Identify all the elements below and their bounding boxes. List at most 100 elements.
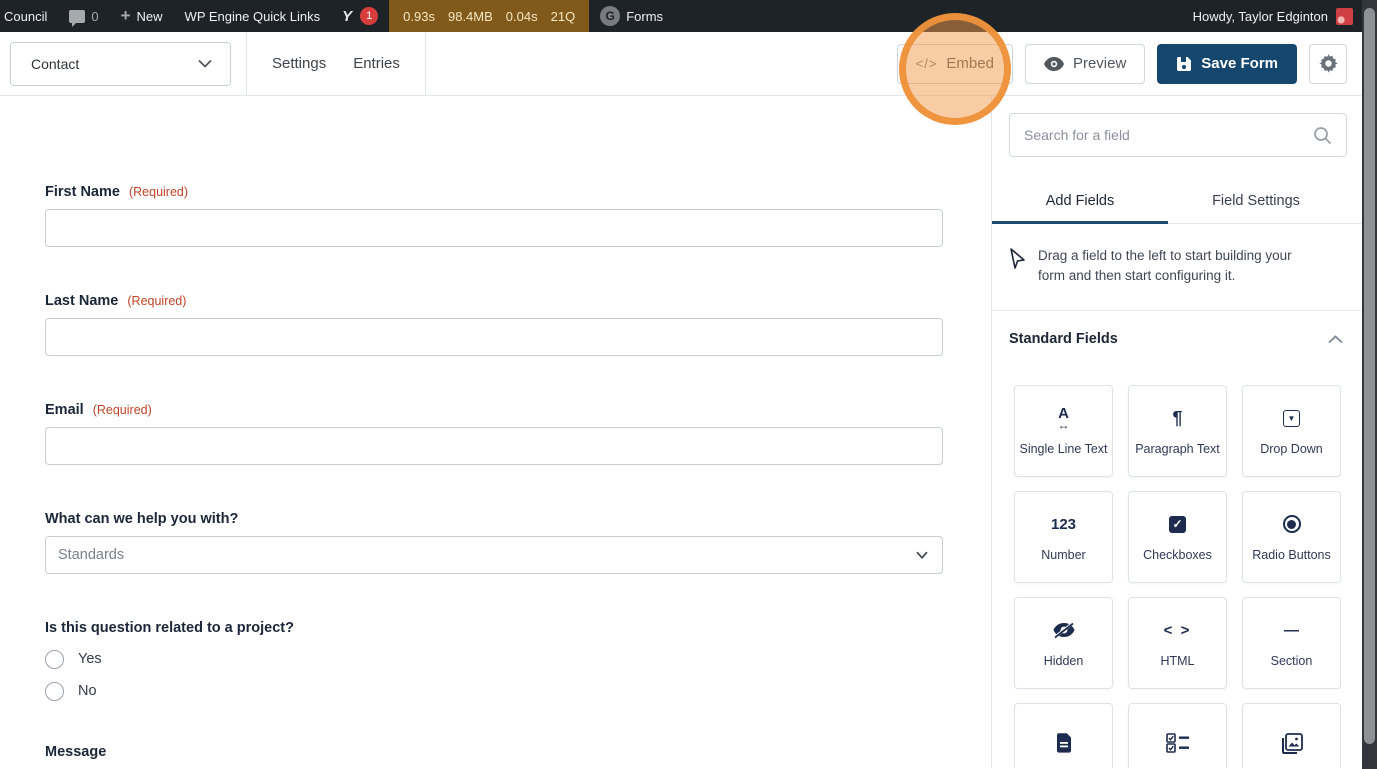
code-icon: < > [1163,621,1192,639]
help-topic-select[interactable]: Standards [45,536,943,574]
admin-bar-new[interactable]: + New [110,0,174,32]
save-form-label: Save Form [1201,55,1278,72]
eye-slash-icon [1052,618,1076,642]
chevron-up-icon[interactable] [1328,334,1343,344]
toolbar-actions: </> Embed Preview Save Form [896,43,1362,84]
form-canvas: First Name (Required) Last Name (Require… [0,96,991,768]
field-help-topic[interactable]: What can we help you with? Standards [45,511,991,574]
howdy-label: Howdy, Taylor Edginton [1192,8,1328,24]
field-label: Last Name (Required) [45,293,991,309]
qm-page-time: 0.93s [403,8,435,24]
search-input[interactable] [1024,127,1305,143]
preview-label: Preview [1072,55,1127,72]
embed-label: Embed [946,55,994,72]
admin-bar-forms[interactable]: G Forms [589,0,674,32]
page-document-icon [1056,731,1072,755]
gear-icon [1318,54,1338,73]
chevron-down-icon [916,551,928,559]
browser-scrollbar[interactable] [1362,0,1377,769]
drag-hint: Drag a field to the left to start buildi… [992,224,1362,311]
admin-bar-site-name[interactable]: Council [0,0,58,32]
eye-icon [1043,56,1064,71]
checkbox-icon: ✓ [1169,512,1186,536]
editor-content: First Name (Required) Last Name (Require… [0,96,1362,768]
field-message[interactable]: Message [45,744,991,760]
required-indicator: (Required) [127,294,187,308]
select-value: Standards [58,547,125,563]
dropdown-icon: ▼ [1283,406,1300,430]
field-label-text: Is this question related to a project? [45,620,294,636]
section-title: Standard Fields [1009,331,1118,347]
field-button-html[interactable]: < > HTML [1128,597,1227,689]
yoast-icon: Y [342,7,353,25]
admin-bar-account[interactable]: Howdy, Taylor Edginton [1192,7,1377,25]
pilcrow-icon: ¶ [1172,408,1183,428]
field-button-checkboxes[interactable]: ✓ Checkboxes [1128,491,1227,583]
drag-hint-text: Drag a field to the left to start buildi… [1038,248,1292,283]
form-settings-gear-button[interactable] [1309,43,1347,84]
qm-query-count: 21Q [550,8,576,24]
form-switcher-value: Contact [31,55,80,72]
field-button-number[interactable]: 123 Number [1014,491,1113,583]
checklist-icon [1165,731,1190,755]
gravity-forms-icon: G [600,6,621,26]
field-sidebar: Add Fields Field Settings Drag a field t… [991,96,1362,768]
forms-label: Forms [626,8,664,24]
comments-count: 0 [91,8,99,24]
single-line-text-icon: A ↔ [1057,404,1070,432]
field-button-hidden[interactable]: Hidden [1014,597,1113,689]
search-icon [1314,126,1332,144]
field-label-text: Email [45,402,84,418]
required-indicator: (Required) [128,185,189,199]
field-search [992,96,1362,157]
field-button-single-line-text[interactable]: A ↔ Single Line Text [1014,385,1113,477]
avatar [1336,7,1353,25]
admin-bar-yoast[interactable]: Y 1 [331,0,389,32]
embed-button[interactable]: </> Embed [896,43,1013,84]
field-label-text: First Name [45,184,120,200]
admin-bar-wpengine[interactable]: WP Engine Quick Links [174,0,332,32]
site-name-label: Council [4,8,48,24]
query-monitor-stats[interactable]: 0.93s 98.4MB 0.04s 21Q [389,0,590,32]
radio-icon[interactable] [45,681,64,701]
field-button-paragraph-text[interactable]: ¶ Paragraph Text [1128,385,1227,477]
tab-entries[interactable]: Entries [353,55,400,72]
radio-icon [1282,512,1301,536]
radio-option-no[interactable]: No [45,681,991,701]
dash-icon: — [1284,621,1299,639]
last-name-input[interactable] [45,318,943,356]
preview-button[interactable]: Preview [1024,43,1146,84]
qm-db-time: 0.04s [505,8,538,24]
radio-label: Yes [78,651,102,667]
field-project-question[interactable]: Is this question related to a project? Y… [45,620,991,701]
field-button-section[interactable]: — Section [1242,597,1341,689]
form-editor: Contact Settings Entries </> Embed Previ… [0,31,1362,769]
admin-bar-comments[interactable]: 0 [58,0,109,32]
search-box[interactable] [1009,113,1347,157]
save-form-button[interactable]: Save Form [1157,43,1297,84]
radio-icon[interactable] [45,649,64,669]
field-first-name[interactable]: First Name (Required) [45,184,991,247]
tab-settings[interactable]: Settings [272,55,326,72]
radio-option-yes[interactable]: Yes [45,649,991,669]
field-button-radio-buttons[interactable]: Radio Buttons [1242,491,1341,583]
email-input[interactable] [45,427,943,465]
field-button-drop-down[interactable]: ▼ Drop Down [1242,385,1341,477]
field-button-multi-select[interactable] [1128,703,1227,768]
toolbar-tabs: Settings Entries [246,31,426,96]
standard-fields-header[interactable]: Standard Fields [992,311,1362,365]
tab-add-fields[interactable]: Add Fields [992,181,1168,224]
new-label: New [136,8,163,24]
field-button-page[interactable] [1014,703,1113,768]
chevron-down-icon [198,59,212,68]
field-label-text: Message [45,744,107,760]
scrollbar-thumb[interactable] [1364,8,1375,744]
field-button-image-choice[interactable] [1242,703,1341,768]
radio-label: No [78,683,97,699]
tab-field-settings[interactable]: Field Settings [1168,181,1344,223]
cursor-icon [1010,248,1025,269]
field-email[interactable]: Email (Required) [45,402,991,465]
field-last-name[interactable]: Last Name (Required) [45,293,991,356]
first-name-input[interactable] [45,209,943,247]
form-switcher-dropdown[interactable]: Contact [10,41,231,86]
